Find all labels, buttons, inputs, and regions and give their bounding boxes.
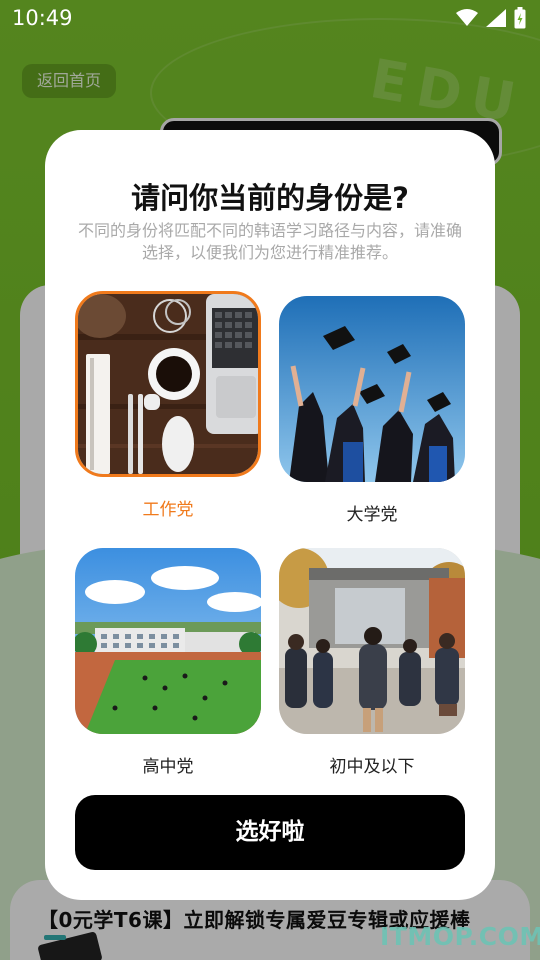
- status-icons: [456, 7, 526, 29]
- students-walking-photo: [279, 548, 465, 734]
- option-middle-school-label: 初中及以下: [329, 757, 415, 777]
- option-working-label: 工作党: [142, 500, 194, 520]
- option-middle-school[interactable]: 初中及以下: [279, 548, 465, 777]
- option-working[interactable]: 工作党: [75, 291, 261, 520]
- school-field-illustration: [75, 548, 261, 734]
- option-university-label: 大学党: [346, 505, 398, 525]
- graduation-photo: [279, 296, 465, 482]
- battery-icon: [514, 7, 526, 29]
- option-high-school[interactable]: 高中党: [75, 548, 261, 777]
- wifi-icon: [456, 9, 478, 26]
- option-university[interactable]: 大学党: [279, 296, 465, 525]
- signal-icon: [486, 9, 506, 27]
- status-bar: 10:49: [0, 0, 540, 36]
- site-watermark: ITMOP.COM: [380, 922, 540, 951]
- dialog-subtitle: 不同的身份将匹配不同的韩语学习路径与内容，请准确选择，以便我们为您进行精准推荐。: [77, 221, 462, 262]
- dialog-title: 请问你当前的身份是?: [131, 181, 409, 215]
- option-high-school-label: 高中党: [142, 757, 194, 777]
- status-time: 10:49: [12, 6, 73, 30]
- identity-select-dialog: 请问你当前的身份是? 不同的身份将匹配不同的韩语学习路径与内容，请准确选择，以便…: [45, 130, 495, 900]
- confirm-button[interactable]: 选好啦: [75, 795, 465, 870]
- desk-photo: [75, 291, 261, 477]
